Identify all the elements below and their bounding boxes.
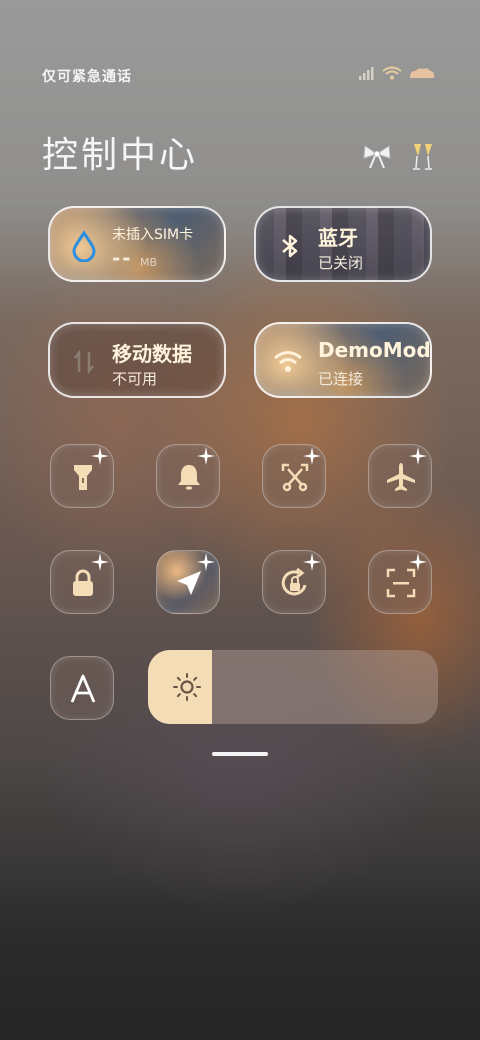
wifi-status: 已连接: [318, 370, 364, 388]
bluetooth-status: 已关闭: [318, 254, 364, 272]
sim-data-tile[interactable]: 未插入SIM卡 -- MB: [48, 206, 226, 282]
airplane-toggle[interactable]: [368, 444, 432, 508]
bell-icon: [178, 465, 200, 490]
mobile-data-label: 移动数据: [112, 342, 192, 366]
mobile-data-status: 不可用: [112, 370, 158, 388]
signal-icon: [359, 67, 374, 80]
flashlight-icon: [74, 465, 92, 490]
sun-icon: [173, 673, 201, 701]
rotation-lock-toggle[interactable]: [262, 550, 326, 614]
sim-status-label: 未插入SIM卡: [112, 227, 194, 243]
location-toggle[interactable]: [156, 550, 220, 614]
data-usage-value: --: [112, 246, 133, 270]
ringer-toggle[interactable]: [156, 444, 220, 508]
scan-icon: [386, 568, 416, 598]
bluetooth-icon: [282, 234, 298, 258]
data-arrows-icon: [74, 349, 94, 375]
scissors-icon: [281, 463, 309, 492]
wifi-icon: [274, 351, 302, 372]
flashlight-toggle[interactable]: [50, 444, 114, 508]
mobile-data-tile[interactable]: 移动数据 不可用: [48, 322, 226, 398]
battery-icon: [410, 68, 435, 78]
airplane-icon: [387, 463, 415, 491]
wifi-network-name: DemoMod: [318, 338, 431, 362]
wifi-tile[interactable]: DemoMod 已连接: [254, 322, 432, 398]
water-drop-icon: [72, 230, 96, 262]
home-indicator[interactable]: [212, 752, 268, 756]
page-title: 控制中心: [42, 135, 199, 176]
bow-icon: [363, 145, 391, 169]
status-bar: 仅可紧急通话: [42, 64, 442, 88]
screenshot-toggle[interactable]: [262, 444, 326, 508]
bluetooth-tile[interactable]: 蓝牙 已关闭: [254, 206, 432, 282]
lock-screen-toggle[interactable]: [50, 550, 114, 614]
brightness-slider[interactable]: [148, 650, 438, 724]
wifi-icon: [382, 66, 402, 80]
data-usage-unit: MB: [140, 256, 158, 269]
header-decorations: [362, 142, 436, 172]
rotation-lock-icon: [281, 567, 307, 596]
champagne-icon: [413, 144, 432, 170]
bluetooth-label: 蓝牙: [318, 226, 358, 250]
auto-brightness-toggle[interactable]: [50, 656, 114, 720]
carrier-status-text: 仅可紧急通话: [42, 69, 132, 85]
status-icons: [358, 66, 436, 80]
lock-icon: [73, 569, 93, 596]
scanner-toggle[interactable]: [368, 550, 432, 614]
location-arrow-icon: [177, 571, 201, 595]
letter-a-icon: [70, 674, 96, 703]
